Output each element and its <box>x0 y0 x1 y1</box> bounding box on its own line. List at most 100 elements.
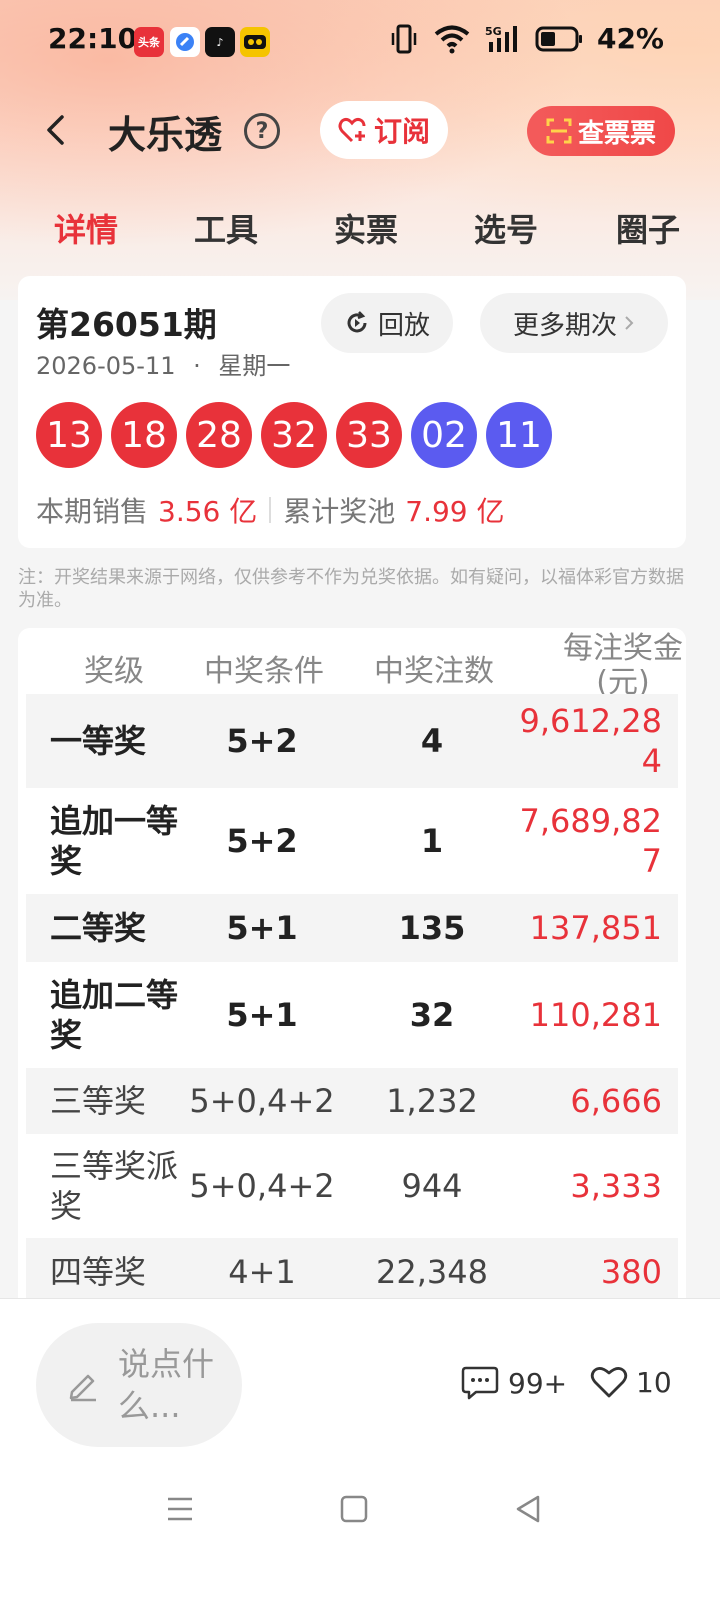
bottom-action-bar: 说点什么... 99+ 10 <box>0 1298 720 1604</box>
tab-pick-numbers[interactable]: 选号 <box>474 205 538 251</box>
date-separator: · <box>193 352 201 380</box>
yellow-app-icon <box>240 27 270 57</box>
tab-real-tickets[interactable]: 实票 <box>334 205 398 251</box>
page-title: 大乐透 <box>108 113 223 157</box>
more-issues-button[interactable]: 更多期次 <box>480 293 668 353</box>
pool-value: 7.99 亿 <box>405 495 505 528</box>
like-count: 10 <box>636 1365 672 1399</box>
status-bar: 22:10 头条 ♪ 5G 42% <box>0 0 720 84</box>
draw-date: 2026-05-11 <box>36 352 176 380</box>
row-level: 三等奖派奖 <box>50 1147 179 1225</box>
row-level: 四等奖 <box>50 1253 147 1291</box>
comment-placeholder: 说点什么... <box>118 1345 215 1425</box>
like-button[interactable]: 10 <box>590 1365 672 1399</box>
draw-date-line: 2026-05-11 · 星期一 <box>36 346 290 381</box>
wifi-icon <box>434 25 470 53</box>
comments-button[interactable]: 99+ <box>460 1365 567 1401</box>
comment-count: 99+ <box>508 1366 568 1400</box>
row-level: 追加二等奖 <box>50 976 179 1054</box>
signal-5g-icon: 5G <box>485 25 517 52</box>
issue-number: 第26051期 <box>36 305 217 344</box>
row-count: 1 <box>420 822 444 860</box>
tiktok-app-icon: ♪ <box>205 27 235 57</box>
subscribe-button[interactable]: 订阅 <box>320 101 448 159</box>
battery-percent: 42% <box>596 22 664 55</box>
tab-community[interactable]: 圈子 <box>616 205 680 251</box>
red-ball: 33 <box>336 402 402 468</box>
pencil-icon <box>69 1374 96 1402</box>
disclaimer-note: 注：开奖结果来源于网络，仅供参考不作为兑奖依据。如有疑问，以福体彩官方数据为准。 <box>18 567 684 611</box>
draw-result-card: 第26051期 2026-05-11 · 星期一 回放 更多期次 13 18 2… <box>18 276 686 548</box>
heart-plus-icon <box>338 117 366 143</box>
row-condition: 5+2 <box>226 822 298 860</box>
table-row: 三等奖 5+0,4+2 1,232 6,666 <box>26 1068 678 1134</box>
row-condition: 5+0,4+2 <box>189 1082 335 1120</box>
row-amount: 137,851 <box>529 909 662 947</box>
toutiao-app-icon: 头条 <box>134 27 164 57</box>
row-amount: 110,281 <box>529 996 662 1034</box>
row-count: 944 <box>401 1167 463 1205</box>
row-count: 32 <box>409 996 455 1034</box>
table-row: 二等奖 5+1 135 137,851 <box>26 894 678 962</box>
header-amount: 每注奖金(元) <box>563 632 683 694</box>
row-condition: 5+1 <box>226 909 298 947</box>
row-condition: 5+2 <box>226 722 298 760</box>
row-amount: 6,666 <box>570 1082 662 1120</box>
table-row: 四等奖 4+1 22,348 380 <box>26 1238 678 1306</box>
divider <box>269 497 272 523</box>
sales-value: 3.56 亿 <box>158 495 258 528</box>
svg-text:5G: 5G <box>485 25 502 38</box>
red-ball: 13 <box>36 402 102 468</box>
red-ball: 18 <box>111 402 177 468</box>
row-level: 追加一等奖 <box>50 802 179 880</box>
row-level: 一等奖 <box>50 722 147 760</box>
table-row: 追加二等奖 5+1 32 110,281 <box>26 962 678 1068</box>
heart-icon <box>590 1367 628 1398</box>
sales-summary: 本期销售 3.56 亿 累计奖池 7.99 亿 <box>36 490 505 530</box>
row-count: 22,348 <box>376 1253 488 1291</box>
help-icon[interactable]: ? <box>244 113 280 149</box>
row-condition: 5+1 <box>226 996 298 1034</box>
red-ball: 32 <box>261 402 327 468</box>
row-level: 二等奖 <box>50 909 147 947</box>
header-condition: 中奖条件 <box>204 654 324 689</box>
row-condition: 5+0,4+2 <box>189 1167 335 1205</box>
tab-tools[interactable]: 工具 <box>194 205 258 251</box>
status-time: 22:10 <box>48 22 138 55</box>
tab-details[interactable]: 详情 <box>54 205 118 251</box>
status-indicators: 5G 42% <box>389 22 664 55</box>
draw-weekday: 星期一 <box>218 352 291 380</box>
blue-app-icon <box>170 27 200 57</box>
system-nav-bar <box>0 1489 720 1559</box>
replay-button[interactable]: 回放 <box>321 293 453 353</box>
row-level: 三等奖 <box>50 1082 147 1120</box>
prize-table: 奖级 中奖条件 中奖注数 每注奖金(元) 一等奖 5+2 4 9,612,284… <box>18 628 686 1328</box>
back-arrow-icon[interactable] <box>38 112 74 148</box>
check-ticket-button[interactable]: 查票票 <box>527 106 675 156</box>
table-row: 三等奖派奖 5+0,4+2 944 3,333 <box>26 1134 678 1238</box>
chevron-right-icon <box>625 316 634 330</box>
blue-ball: 02 <box>411 402 477 468</box>
sales-label: 本期销售 <box>36 495 149 528</box>
battery-icon <box>535 26 582 51</box>
comment-input[interactable]: 说点什么... <box>36 1323 242 1447</box>
row-count: 1,232 <box>386 1082 478 1120</box>
menu-icon[interactable] <box>160 1489 200 1529</box>
home-square-icon[interactable] <box>334 1489 374 1529</box>
back-triangle-icon[interactable] <box>508 1489 548 1529</box>
scan-icon <box>546 118 572 144</box>
row-amount: 380 <box>600 1253 662 1291</box>
check-ticket-label: 查票票 <box>577 118 656 149</box>
more-issues-label: 更多期次 <box>512 310 617 341</box>
replay-icon <box>347 311 367 333</box>
header-level: 奖级 <box>84 654 144 689</box>
table-row: 一等奖 5+2 4 9,612,284 <box>26 694 678 788</box>
row-amount: 9,612,284 <box>519 702 663 780</box>
vibrate-icon <box>391 24 417 53</box>
row-count: 4 <box>420 722 444 760</box>
row-count: 135 <box>398 909 466 947</box>
tab-bar: 详情 工具 实票 选号 圈子 <box>0 205 720 255</box>
row-condition: 4+1 <box>228 1253 296 1291</box>
red-ball: 28 <box>186 402 252 468</box>
header-count: 中奖注数 <box>374 654 494 689</box>
